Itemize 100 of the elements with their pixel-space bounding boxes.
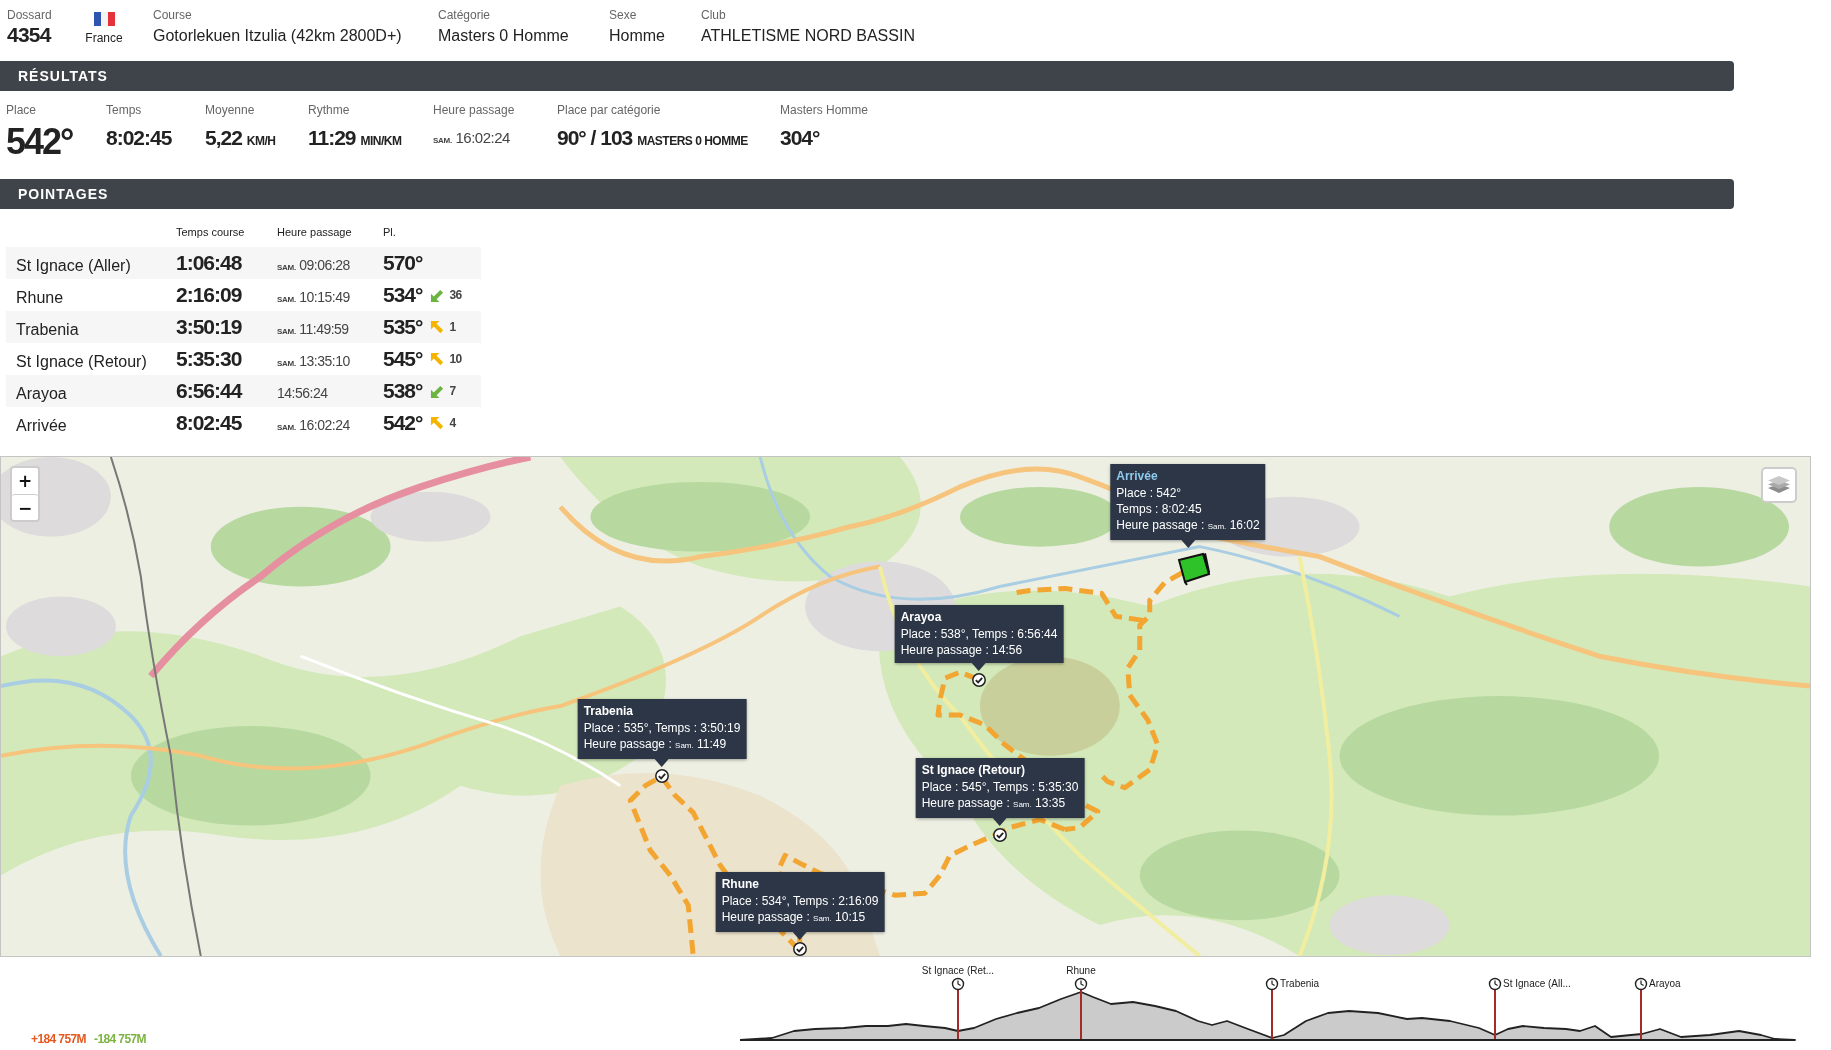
check-circle-icon[interactable] xyxy=(793,942,807,956)
popup-text: Place : 542° xyxy=(1116,485,1182,501)
check-circle-icon[interactable] xyxy=(972,673,986,687)
popup-text: Place : 545°, Temps : 5:35:30 xyxy=(921,779,1079,795)
section-heading: POINTAGES xyxy=(0,179,1734,209)
field-value: Gotorlekuen Itzulia (42km 2800D+) xyxy=(153,26,402,46)
column-header: Pl. xyxy=(383,225,397,240)
popup-text: Heure passage : Sam. 13:35 xyxy=(921,795,1066,812)
field-label: Sexe xyxy=(609,8,637,22)
clock-icon xyxy=(1265,977,1279,991)
layers-button[interactable] xyxy=(1761,467,1797,503)
checkpoint-label: Rhune xyxy=(1066,965,1096,977)
check-circle-icon[interactable] xyxy=(655,769,669,783)
popup-text: Temps : 8:02:45 xyxy=(1116,501,1202,517)
layers-icon xyxy=(1767,475,1791,495)
place-rank: 535° xyxy=(383,315,423,339)
field-label: Catégorie xyxy=(438,8,491,22)
elevation-gain: +184 757M xyxy=(31,1032,86,1046)
section-heading: RÉSULTATS xyxy=(0,61,1734,91)
elevation-loss: -184 757M xyxy=(94,1032,146,1046)
place-rank: 534° xyxy=(383,283,423,307)
column-header: Heure passage xyxy=(277,225,353,240)
popup-text: Heure passage : Sam. 16:02 xyxy=(1116,517,1260,534)
stat-label: Place par catégorie xyxy=(557,103,661,117)
bib-number: 4354 xyxy=(7,23,51,47)
stat-value: 5,22 KM/H xyxy=(205,126,276,151)
stat-label: Rythme xyxy=(308,103,350,117)
stat-value: 304° xyxy=(780,126,820,150)
stat-label: Heure passage xyxy=(433,103,515,117)
place-change: 7 xyxy=(449,384,456,398)
check-circle-icon[interactable] xyxy=(993,828,1007,842)
checkpoint-line xyxy=(1080,989,1082,1040)
popup-text: Heure passage : 14:56 xyxy=(900,642,1023,658)
stat-label: Moyenne xyxy=(205,103,255,117)
checkpoint-name: Arayoa xyxy=(15,384,68,403)
race-time: 2:16:09 xyxy=(176,283,242,307)
race-time: 5:35:30 xyxy=(176,347,242,371)
race-time: 3:50:19 xyxy=(176,315,242,339)
checkpoint-line xyxy=(957,989,959,1040)
passage-time: SAM. 10:15:49 xyxy=(277,288,350,305)
field-label: Club xyxy=(701,8,726,22)
stat-value: 90° / 103 MASTERS 0 HOMME xyxy=(557,126,748,151)
place-rank: 542° xyxy=(383,411,423,435)
square-marker-icon[interactable] xyxy=(1175,552,1211,586)
checkpoint-name: Arrivée xyxy=(15,416,68,435)
checkpoint-line xyxy=(1494,989,1496,1040)
field-label: Dossard xyxy=(7,8,52,22)
clock-icon xyxy=(951,977,965,991)
checkpoint-name: Rhune xyxy=(15,288,65,307)
passage-time: SAM. 11:49:59 xyxy=(277,320,349,337)
place-rank: 570° xyxy=(383,251,423,275)
clock-icon xyxy=(1074,977,1088,991)
checkpoint-name: St Ignace (Aller) xyxy=(15,256,132,275)
zoom-out-button[interactable]: − xyxy=(12,494,38,520)
popup-text: Place : 535°, Temps : 3:50:19 xyxy=(583,720,741,736)
stat-label: Place xyxy=(6,103,37,117)
stat-value: 542° xyxy=(6,123,73,161)
popup-text: Heure passage : Sam. 10:15 xyxy=(721,909,866,926)
field-label: Course xyxy=(153,8,192,22)
passage-time: SAM. 09:06:28 xyxy=(277,256,350,273)
checkpoint-label: Trabenia xyxy=(1280,978,1320,990)
field-value: ATHLETISME NORD BASSIN xyxy=(701,26,915,46)
popup-text: Place : 538°, Temps : 6:56:44 xyxy=(900,626,1058,642)
stat-value: 8:02:45 xyxy=(106,126,172,150)
checkpoint-label: Arayoa xyxy=(1649,978,1681,990)
stat-value: SAM. 16:02:24 xyxy=(433,128,510,148)
passage-time: 14:56:24 xyxy=(277,384,328,401)
place-change: 1 xyxy=(449,320,456,334)
checkpoint-label: St Ignace (Ret... xyxy=(921,965,995,977)
popup-title: Trabenia xyxy=(583,703,633,720)
stat-label: Masters Homme xyxy=(780,103,868,117)
race-time: 8:02:45 xyxy=(176,411,242,435)
place-change: 36 xyxy=(449,288,462,302)
popup-title: Rhune xyxy=(721,876,759,893)
popup-text: Place : 534°, Temps : 2:16:09 xyxy=(721,893,879,909)
flag-icon xyxy=(93,12,115,26)
stat-value: 11:29 MIN/KM xyxy=(308,126,402,151)
checkpoint-name: St Ignace (Retour) xyxy=(15,352,148,371)
place-rank: 538° xyxy=(383,379,423,403)
clock-icon xyxy=(1488,977,1502,991)
checkpoint-line xyxy=(1640,989,1642,1040)
checkpoint-label: St Ignace (All... xyxy=(1503,978,1571,990)
passage-time: SAM. 13:35:10 xyxy=(277,352,350,369)
place-change: 10 xyxy=(449,352,462,366)
place-change: 4 xyxy=(449,416,456,430)
popup-title: Arrivée xyxy=(1116,468,1158,485)
race-time: 1:06:48 xyxy=(176,251,242,275)
place-rank: 545° xyxy=(383,347,423,371)
checkpoint-name: Trabenia xyxy=(15,320,80,339)
race-time: 6:56:44 xyxy=(176,379,242,403)
popup-title: St Ignace (Retour) xyxy=(921,762,1025,779)
country-name: France xyxy=(85,31,123,45)
clock-icon xyxy=(1634,977,1648,991)
checkpoint-line xyxy=(1271,989,1273,1040)
stat-label: Temps xyxy=(106,103,142,117)
popup-title: Arayoa xyxy=(900,609,942,626)
column-header: Temps course xyxy=(176,225,246,240)
popup-text: Heure passage : Sam. 11:49 xyxy=(583,736,727,753)
passage-time: SAM. 16:02:24 xyxy=(277,416,350,433)
field-value: Masters 0 Homme xyxy=(438,26,569,46)
